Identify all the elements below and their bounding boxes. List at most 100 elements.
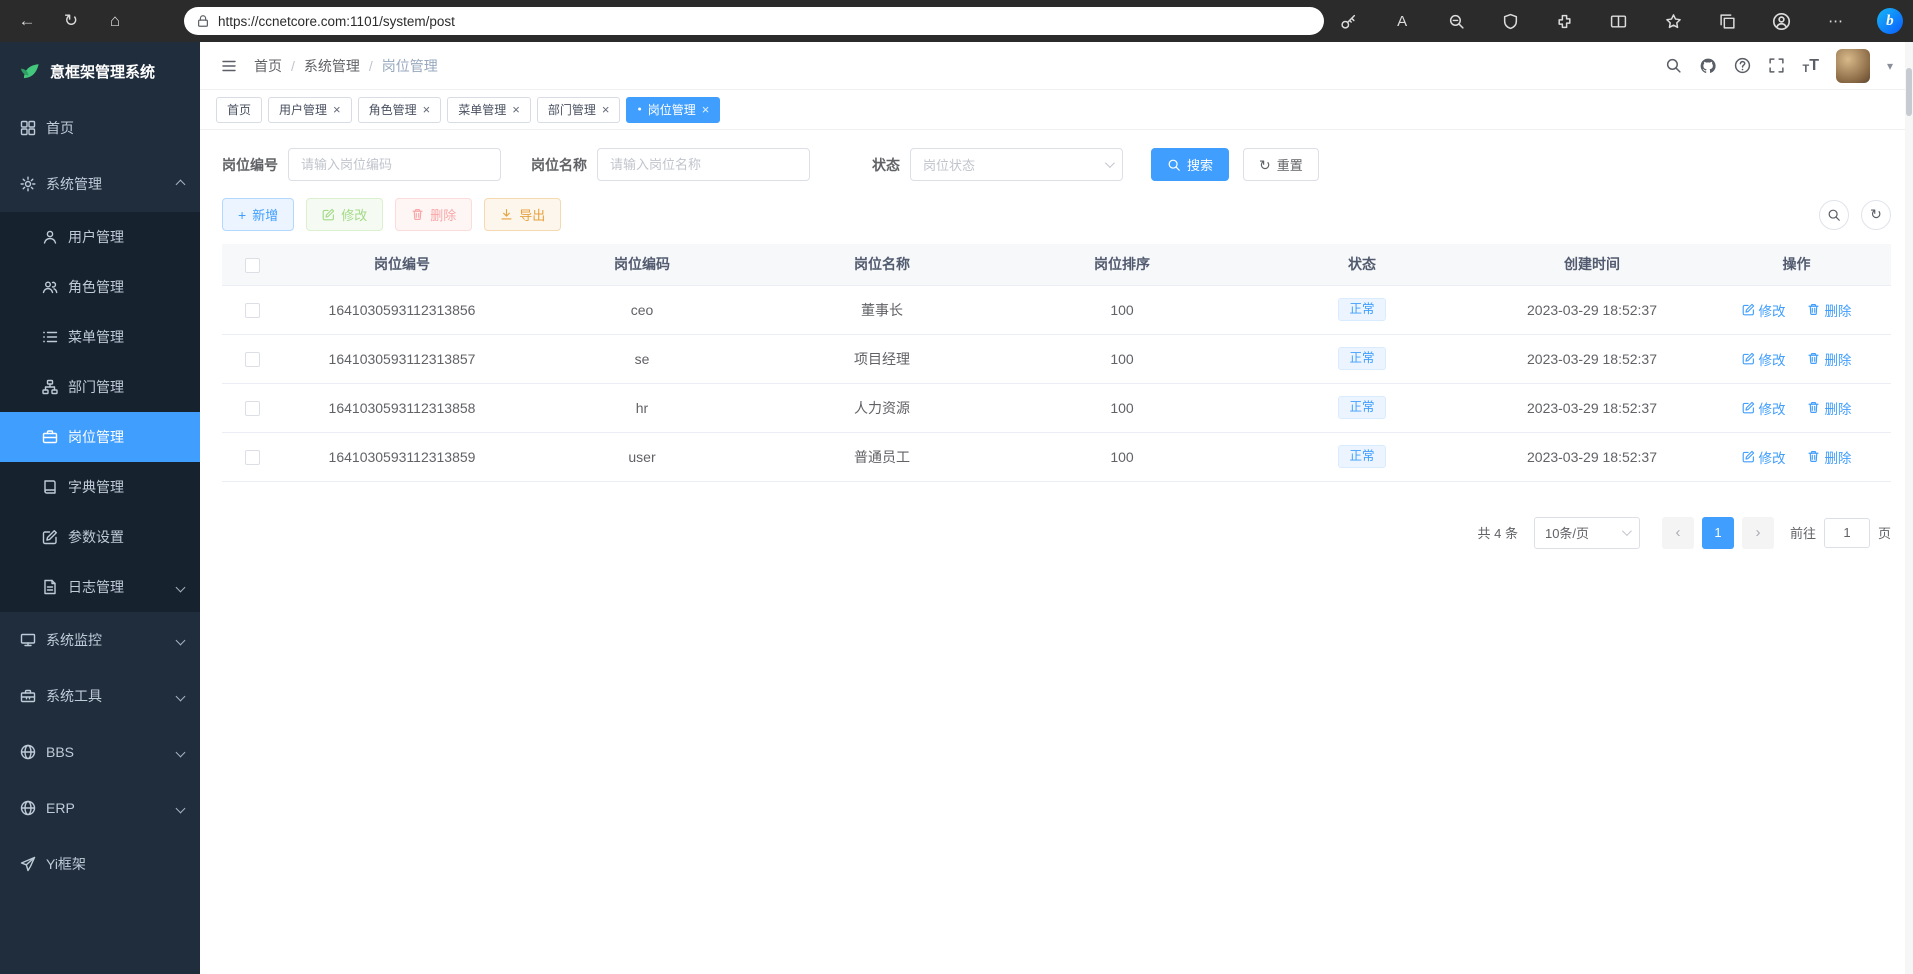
scrollbar-thumb[interactable] xyxy=(1906,68,1912,116)
tab-menu-management[interactable]: 菜单管理 × xyxy=(447,97,531,123)
close-icon[interactable]: × xyxy=(702,103,710,116)
post-name-input[interactable] xyxy=(597,148,810,181)
close-icon[interactable]: × xyxy=(423,103,431,116)
chevron-down-icon xyxy=(176,635,186,645)
page-size-select[interactable]: 10条/页 xyxy=(1534,517,1640,549)
search-button[interactable]: 搜索 xyxy=(1151,148,1229,181)
delete-button[interactable]: 删除 xyxy=(395,198,472,231)
sidebar-item-dictionary-management[interactable]: 字典管理 xyxy=(0,462,200,512)
row-edit-link[interactable]: 修改 xyxy=(1742,398,1786,418)
add-button[interactable]: + 新增 xyxy=(222,198,294,231)
fullscreen-icon[interactable] xyxy=(1768,57,1785,74)
more-menu-icon[interactable]: ⋯ xyxy=(1823,8,1849,34)
table-refresh-button[interactable]: ↻ xyxy=(1861,200,1891,230)
close-icon[interactable]: × xyxy=(333,103,341,116)
sidebar-item-parameter-settings[interactable]: 参数设置 xyxy=(0,512,200,562)
status-select-placeholder: 岗位状态 xyxy=(923,155,975,174)
sidebar-item-post-management[interactable]: 岗位管理 xyxy=(0,412,200,462)
read-aloud-icon[interactable]: A xyxy=(1389,8,1415,34)
trash-icon xyxy=(1807,303,1820,316)
row-edit-link[interactable]: 修改 xyxy=(1742,349,1786,369)
help-icon[interactable] xyxy=(1734,57,1751,74)
avatar[interactable] xyxy=(1836,49,1870,83)
close-icon[interactable]: × xyxy=(602,103,610,116)
next-page-button[interactable]: › xyxy=(1742,517,1774,549)
sidebar-item-bbs[interactable]: BBS xyxy=(0,724,200,780)
page-size-value: 10条/页 xyxy=(1545,523,1589,542)
sidebar-item-menu-management[interactable]: 菜单管理 xyxy=(0,312,200,362)
github-icon[interactable] xyxy=(1699,57,1717,75)
sidebar-item-home[interactable]: 首页 xyxy=(0,100,200,156)
zoom-icon[interactable] xyxy=(1443,8,1469,34)
page-scrollbar[interactable] xyxy=(1905,42,1913,974)
row-edit-link[interactable]: 修改 xyxy=(1742,300,1786,320)
status-select[interactable]: 岗位状态 xyxy=(910,148,1123,181)
url-text: https://ccnetcore.com:1101/system/post xyxy=(218,14,455,29)
font-size-icon[interactable]: TT xyxy=(1802,57,1819,75)
sidebar-item-yi-framework[interactable]: Yi框架 xyxy=(0,836,200,892)
table-search-toggle-button[interactable] xyxy=(1819,200,1849,230)
trash-icon xyxy=(1807,401,1820,414)
browser-toolbar-icons: A ⋯ b xyxy=(1335,0,1903,42)
post-table: 岗位编号 岗位编码 岗位名称 岗位排序 状态 创建时间 操作 164103059… xyxy=(222,244,1891,482)
table-row[interactable]: 1641030593112313857 se 项目经理 100 正常 2023-… xyxy=(222,334,1891,383)
export-button[interactable]: 导出 xyxy=(484,198,561,231)
goto-page-input[interactable] xyxy=(1824,518,1870,548)
row-checkbox[interactable] xyxy=(245,401,260,416)
search-icon[interactable] xyxy=(1665,57,1682,74)
tab-role-management[interactable]: 角色管理 × xyxy=(358,97,442,123)
home-button[interactable]: ⌂ xyxy=(102,8,128,34)
table-row[interactable]: 1641030593112313859 user 普通员工 100 正常 202… xyxy=(222,432,1891,481)
address-bar[interactable]: https://ccnetcore.com:1101/system/post xyxy=(184,7,1324,35)
collections-icon[interactable] xyxy=(1714,8,1740,34)
prev-page-button[interactable]: ‹ xyxy=(1662,517,1694,549)
collapse-sidebar-icon[interactable] xyxy=(220,58,238,74)
sidebar-item-department-management[interactable]: 部门管理 xyxy=(0,362,200,412)
favorites-icon[interactable] xyxy=(1660,8,1686,34)
sidebar-item-label: BBS xyxy=(46,744,74,760)
extensions-icon[interactable] xyxy=(1552,8,1578,34)
breadcrumb-item[interactable]: 系统管理 xyxy=(304,56,360,76)
edit-button[interactable]: 修改 xyxy=(306,198,383,231)
sidebar-item-erp[interactable]: ERP xyxy=(0,780,200,836)
sidebar-item-system-monitor[interactable]: 系统监控 xyxy=(0,612,200,668)
profile-icon[interactable] xyxy=(1769,8,1795,34)
row-checkbox[interactable] xyxy=(245,352,260,367)
table-row[interactable]: 1641030593112313856 ceo 董事长 100 正常 2023-… xyxy=(222,285,1891,334)
tab-user-management[interactable]: 用户管理 × xyxy=(268,97,352,123)
back-button[interactable]: ← xyxy=(14,8,40,34)
refresh-button[interactable]: ↻ xyxy=(58,8,84,34)
close-icon[interactable]: × xyxy=(512,103,520,116)
row-checkbox[interactable] xyxy=(245,450,260,465)
select-all-checkbox[interactable] xyxy=(245,258,260,273)
status-badge: 正常 xyxy=(1338,347,1385,370)
sidebar-item-role-management[interactable]: 角色管理 xyxy=(0,262,200,312)
pagination-total: 共 4 条 xyxy=(1478,523,1518,542)
bing-icon[interactable]: b xyxy=(1877,8,1903,34)
sidebar-item-user-management[interactable]: 用户管理 xyxy=(0,212,200,262)
cell-created: 2023-03-29 18:52:37 xyxy=(1482,383,1702,432)
table-row[interactable]: 1641030593112313858 hr 人力资源 100 正常 2023-… xyxy=(222,383,1891,432)
tab-home[interactable]: 首页 xyxy=(216,97,262,123)
caret-down-icon[interactable]: ▾ xyxy=(1887,59,1893,73)
split-screen-icon[interactable] xyxy=(1606,8,1632,34)
sidebar-item-log-management[interactable]: 日志管理 xyxy=(0,562,200,612)
row-delete-link[interactable]: 删除 xyxy=(1807,349,1851,369)
col-header: 操作 xyxy=(1702,244,1891,285)
row-edit-link[interactable]: 修改 xyxy=(1742,447,1786,467)
row-delete-link[interactable]: 删除 xyxy=(1807,300,1851,320)
page-number-1[interactable]: 1 xyxy=(1702,517,1734,549)
tab-post-management[interactable]: ● 岗位管理 × xyxy=(626,97,720,123)
post-code-input[interactable] xyxy=(288,148,501,181)
sidebar-item-label: 首页 xyxy=(46,118,74,138)
password-key-icon[interactable] xyxy=(1335,8,1361,34)
sidebar-item-system-management[interactable]: 系统管理 xyxy=(0,156,200,212)
reset-button[interactable]: ↻ 重置 xyxy=(1243,148,1319,181)
browser-essentials-icon[interactable] xyxy=(1498,8,1524,34)
row-delete-link[interactable]: 删除 xyxy=(1807,398,1851,418)
row-checkbox[interactable] xyxy=(245,303,260,318)
row-delete-link[interactable]: 删除 xyxy=(1807,447,1851,467)
tab-department-management[interactable]: 部门管理 × xyxy=(537,97,621,123)
sidebar-item-system-tools[interactable]: 系统工具 xyxy=(0,668,200,724)
breadcrumb-item[interactable]: 首页 xyxy=(254,56,282,76)
